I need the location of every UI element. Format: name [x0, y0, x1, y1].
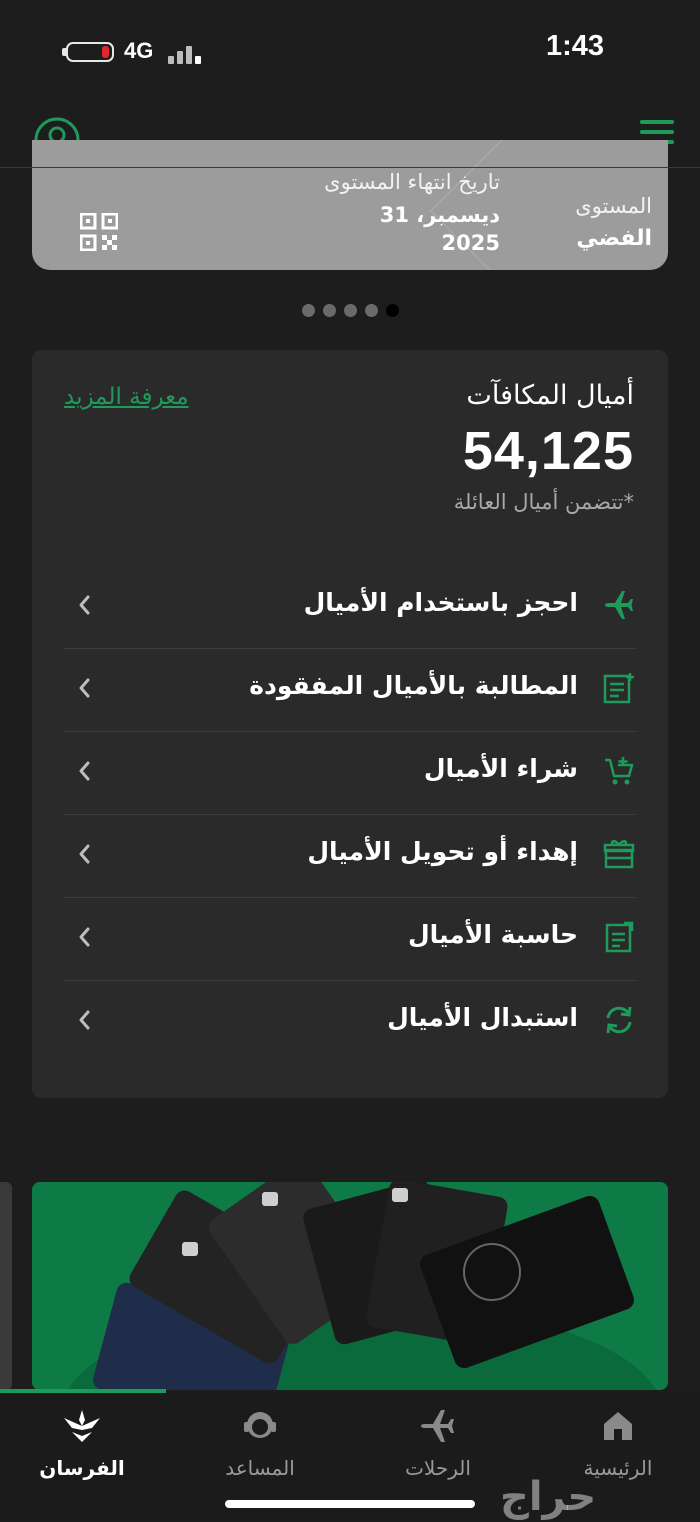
nav-label: الرحلات: [405, 1456, 471, 1480]
menu-label: حاسبة الأميال: [407, 920, 578, 949]
chevron-left-icon: [79, 844, 90, 864]
alfursan-logo-icon: [64, 1410, 100, 1442]
nav-alfursan[interactable]: الفرسان: [12, 1406, 152, 1480]
watermark: حراج: [500, 1474, 597, 1520]
learn-more-link[interactable]: معرفة المزيد: [64, 384, 189, 410]
menu-redeem-miles[interactable]: استبدال الأميال: [64, 981, 636, 1064]
carousel-dot[interactable]: [344, 304, 357, 317]
tier-value: الفضي: [576, 226, 652, 251]
gift-icon: [603, 840, 635, 869]
menu-label: شراء الأميال: [423, 754, 578, 783]
assistant-icon: [244, 1412, 276, 1438]
miles-note: تتضمن أميال العائلة*: [453, 490, 634, 514]
nav-assistant[interactable]: المساعد: [190, 1406, 330, 1480]
menu-claim-missing-miles[interactable]: المطالبة بالأميال المفقودة: [64, 649, 636, 732]
carousel-dots[interactable]: [302, 304, 399, 318]
calculator-icon: [605, 921, 634, 953]
chevron-left-icon: [79, 927, 90, 947]
menu-label: المطالبة بالأميال المفقودة: [249, 671, 578, 700]
airplane-icon: [605, 591, 633, 619]
miles-balance: 54,125: [462, 421, 634, 481]
expiry-value: 31 ديسمبر، 2025: [379, 203, 500, 255]
chevron-left-icon: [79, 761, 90, 781]
qr-code-icon[interactable]: [80, 213, 118, 251]
status-time: 1:43: [545, 30, 605, 62]
exchange-icon: [606, 1006, 632, 1034]
network-label: 4G: [124, 38, 154, 63]
tier-card[interactable]: [32, 140, 668, 270]
menu-miles-calculator[interactable]: حاسبة الأميال: [64, 898, 636, 981]
nav-trips[interactable]: الرحلات: [368, 1406, 508, 1480]
miles-menu: احجز باستخدام الأميال المطالبة بالأميال …: [64, 566, 636, 1064]
nav-label: المساعد: [225, 1456, 295, 1480]
claim-document-icon: [603, 673, 634, 704]
home-icon: [604, 1412, 632, 1440]
expiry-label: تاريخ انتهاء المستوى: [324, 170, 500, 194]
chevron-left-icon: [79, 678, 90, 698]
header-divider: [0, 167, 700, 168]
miles-title: أميال المكافآت: [466, 380, 634, 411]
battery-icon: [66, 42, 114, 62]
menu-gift-transfer-miles[interactable]: إهداء أو تحويل الأميال: [64, 815, 636, 898]
credit-cards-promo-banner[interactable]: [32, 1182, 668, 1390]
menu-label: إهداء أو تحويل الأميال: [307, 837, 578, 866]
carousel-dot[interactable]: [365, 304, 378, 317]
carousel-dot[interactable]: [323, 304, 336, 317]
chevron-left-icon: [79, 595, 90, 615]
cart-plus-icon: [605, 757, 634, 785]
menu-buy-miles[interactable]: شراء الأميال: [64, 732, 636, 815]
nav-home[interactable]: الرئيسية: [548, 1406, 688, 1480]
promo-banner-previous[interactable]: [0, 1182, 12, 1390]
signal-icon: [168, 40, 208, 64]
menu-label: احجز باستخدام الأميال: [303, 588, 578, 617]
chevron-left-icon: [79, 1010, 90, 1030]
home-indicator[interactable]: [225, 1500, 475, 1508]
carousel-dot[interactable]: [302, 304, 315, 317]
airplane-icon: [421, 1410, 454, 1442]
menu-label: استبدال الأميال: [387, 1003, 578, 1032]
menu-book-with-miles[interactable]: احجز باستخدام الأميال: [64, 566, 636, 649]
carousel-dot-active[interactable]: [386, 304, 399, 317]
tier-label: المستوى: [575, 194, 652, 218]
nav-label: الفرسان: [39, 1456, 125, 1480]
